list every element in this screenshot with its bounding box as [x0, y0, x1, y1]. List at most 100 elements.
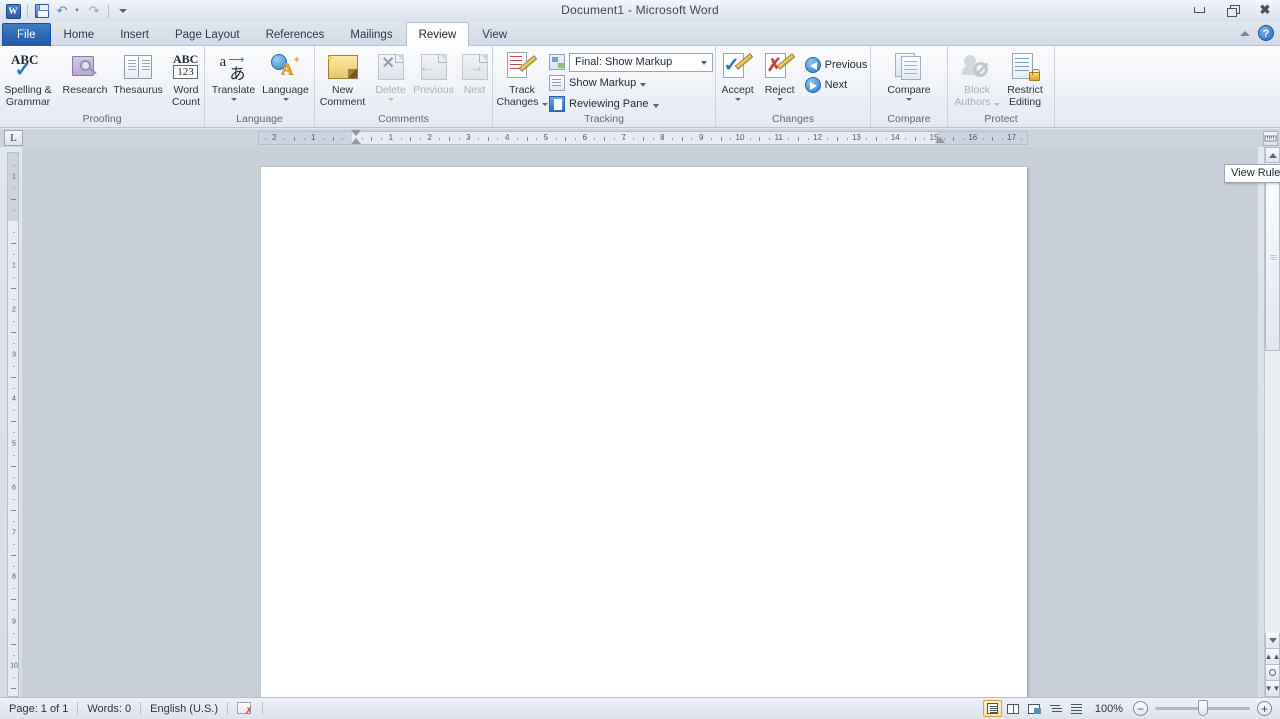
ruler-tick — [672, 138, 673, 140]
zoom-slider[interactable] — [1155, 700, 1250, 716]
print-layout-view-button[interactable] — [982, 700, 1002, 717]
scroll-down-button[interactable] — [1265, 633, 1280, 649]
track-changes-dropdown-icon[interactable] — [541, 102, 548, 106]
reject-icon: ✗ — [764, 51, 795, 83]
block-authors-dropdown-icon[interactable] — [993, 102, 1000, 106]
left-indent-marker[interactable] — [351, 138, 361, 144]
accept-dropdown-icon[interactable] — [734, 97, 741, 101]
proofing-status-button[interactable]: ✗ — [228, 699, 262, 719]
ruler-tick — [808, 138, 809, 140]
vruler-tick — [13, 188, 15, 189]
ruler-tick — [410, 137, 411, 141]
web-layout-view-button[interactable] — [1025, 700, 1044, 717]
thesaurus-button[interactable]: Thesaurus — [111, 49, 165, 97]
ruler-tick — [827, 138, 828, 140]
tab-home[interactable]: Home — [51, 23, 108, 46]
track-changes-button[interactable]: Track Changes — [495, 49, 549, 108]
ribbon-group-tracking: Track Changes Final: Show Markup Show Ma… — [493, 46, 716, 127]
ruler-tick — [769, 138, 770, 140]
ruler-tick — [788, 138, 789, 140]
group-label-compare: Compare — [887, 113, 931, 125]
draft-view-button[interactable] — [1067, 700, 1086, 717]
vertical-ruler[interactable]: 1 1 2 3 4 5 6 7 8 9 10 — [7, 152, 19, 697]
tab-file[interactable]: File — [2, 23, 51, 46]
zoom-level-label[interactable]: 100% — [1087, 703, 1133, 715]
new-comment-icon: ✦ — [326, 51, 358, 83]
tab-selector-button[interactable]: L — [4, 130, 23, 146]
new-comment-button[interactable]: ✦ New Comment — [315, 49, 371, 108]
zoom-slider-thumb[interactable] — [1197, 700, 1208, 716]
reviewing-pane-dropdown-icon[interactable] — [652, 103, 659, 108]
ruler-tick — [342, 138, 343, 140]
tab-mailings[interactable]: Mailings — [337, 23, 405, 46]
first-line-indent-marker[interactable] — [351, 130, 361, 136]
next-page-button[interactable]: ▼▼ — [1265, 681, 1280, 697]
word-count-status[interactable]: Words: 0 — [78, 699, 140, 719]
select-browse-object-button[interactable] — [1265, 665, 1280, 681]
reviewing-pane-row[interactable]: Reviewing Pane — [549, 95, 713, 113]
previous-comment-button[interactable]: ← Previous — [411, 49, 457, 97]
previous-page-button[interactable]: ▲▲ — [1265, 649, 1280, 665]
show-markup-dropdown-icon[interactable] — [640, 82, 647, 87]
reject-dropdown-icon[interactable] — [776, 97, 783, 101]
compare-button[interactable]: Compare — [879, 49, 939, 101]
delete-comment-button[interactable]: ✕ Delete — [371, 49, 411, 101]
vruler-tick — [13, 299, 15, 300]
accept-button[interactable]: ✓ Accept — [717, 49, 759, 101]
display-for-review-combo[interactable]: Final: Show Markup — [569, 52, 713, 72]
view-ruler-button[interactable] — [1263, 131, 1278, 146]
language-button[interactable]: A ✦ Language — [260, 49, 312, 101]
translate-button[interactable]: a あ ⟶ Translate — [208, 49, 260, 101]
document-workspace[interactable] — [22, 147, 1258, 697]
document-page[interactable] — [261, 167, 1027, 697]
vruler-tick — [11, 332, 16, 333]
ruler-tick — [420, 138, 421, 140]
compare-dropdown-icon[interactable] — [906, 97, 912, 101]
tab-page-layout[interactable]: Page Layout — [162, 23, 253, 46]
next-change-button[interactable]: Next — [804, 77, 868, 93]
vruler-tick — [13, 165, 15, 166]
spelling-and-grammar-button[interactable]: ABC ✓ Spelling & Grammar — [0, 49, 59, 108]
minimize-button[interactable] — [1188, 1, 1210, 19]
help-icon[interactable]: ? — [1258, 25, 1274, 41]
word-count-button[interactable]: ABC 123 Word Count — [165, 49, 207, 108]
restore-button[interactable] — [1221, 1, 1243, 19]
tab-review[interactable]: Review — [405, 22, 470, 46]
show-markup-row[interactable]: Show Markup — [549, 74, 713, 92]
scroll-up-button[interactable] — [1265, 147, 1280, 163]
ruler-tick — [594, 138, 595, 140]
delete-dropdown-icon[interactable] — [387, 97, 394, 101]
language-dropdown-icon[interactable] — [282, 97, 289, 101]
research-button[interactable]: Research — [59, 49, 111, 97]
vruler-tick — [13, 677, 15, 678]
right-indent-marker[interactable] — [935, 137, 945, 143]
zoom-in-button[interactable]: + — [1257, 701, 1272, 716]
minimize-ribbon-icon[interactable] — [1240, 30, 1250, 36]
full-screen-reading-view-button[interactable] — [1004, 700, 1023, 717]
tab-insert[interactable]: Insert — [107, 23, 162, 46]
horizontal-ruler[interactable]: 211234567891011121314151617 — [258, 131, 1028, 145]
tab-view[interactable]: View — [469, 23, 520, 46]
previous-change-button[interactable]: Previous — [804, 57, 867, 73]
outline-view-button[interactable] — [1046, 700, 1065, 717]
scrollbar-thumb[interactable] — [1265, 164, 1280, 351]
vruler-tick — [13, 210, 15, 211]
next-comment-button[interactable]: → Next — [457, 49, 493, 97]
tab-references[interactable]: References — [253, 23, 338, 46]
reviewing-pane-icon — [549, 96, 565, 112]
close-button[interactable]: ✖ — [1254, 1, 1276, 19]
group-label-proofing: Proofing — [82, 113, 122, 125]
previous-change-icon — [804, 57, 821, 73]
zoom-out-button[interactable]: − — [1133, 701, 1148, 716]
translate-dropdown-icon[interactable] — [230, 97, 237, 101]
language-status[interactable]: English (U.S.) — [141, 699, 227, 719]
window-title: Document1 - Microsoft Word — [561, 3, 719, 17]
vertical-scrollbar[interactable]: ▲▲ ▼▼ — [1264, 147, 1280, 697]
vruler-tick — [13, 410, 15, 411]
show-markup-icon — [549, 75, 565, 91]
restrict-editing-button[interactable]: Restrict Editing — [1001, 49, 1049, 108]
page-status[interactable]: Page: 1 of 1 — [0, 699, 77, 719]
vruler-tick — [13, 254, 15, 255]
reject-button[interactable]: ✗ Reject — [759, 49, 801, 101]
block-authors-button[interactable]: Block Authors — [953, 49, 1001, 108]
